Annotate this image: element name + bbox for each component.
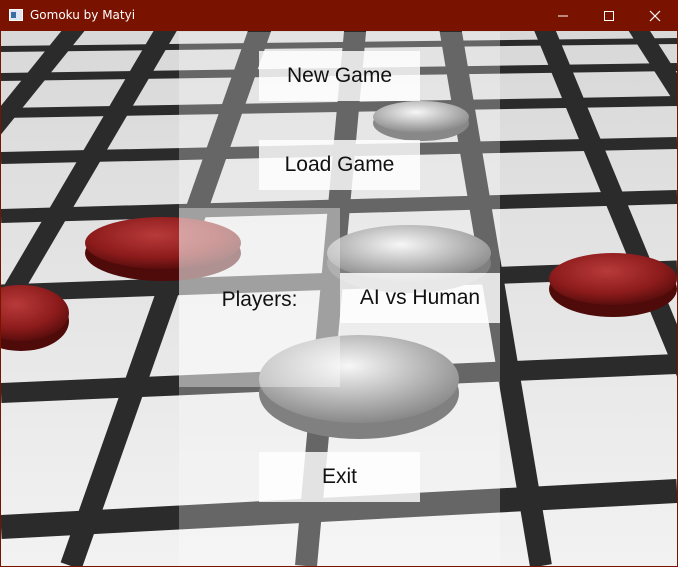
players-mode-selector[interactable]: AI vs Human xyxy=(340,273,500,323)
maximize-button[interactable] xyxy=(586,0,632,31)
minimize-button[interactable] xyxy=(540,0,586,31)
maximize-icon xyxy=(604,11,614,21)
title-bar: Gomoku by Matyi xyxy=(0,0,678,31)
exit-button[interactable]: Exit xyxy=(259,452,420,502)
minimize-icon xyxy=(558,15,568,17)
window-title: Gomoku by Matyi xyxy=(30,8,136,22)
app-icon xyxy=(9,9,23,21)
close-icon xyxy=(649,10,661,22)
game-scene: New Game Load Game Players: AI vs Human … xyxy=(1,31,677,566)
new-game-button[interactable]: New Game xyxy=(259,51,420,101)
players-label: Players: xyxy=(221,288,298,311)
load-game-button[interactable]: Load Game xyxy=(259,140,420,190)
close-button[interactable] xyxy=(632,0,678,31)
